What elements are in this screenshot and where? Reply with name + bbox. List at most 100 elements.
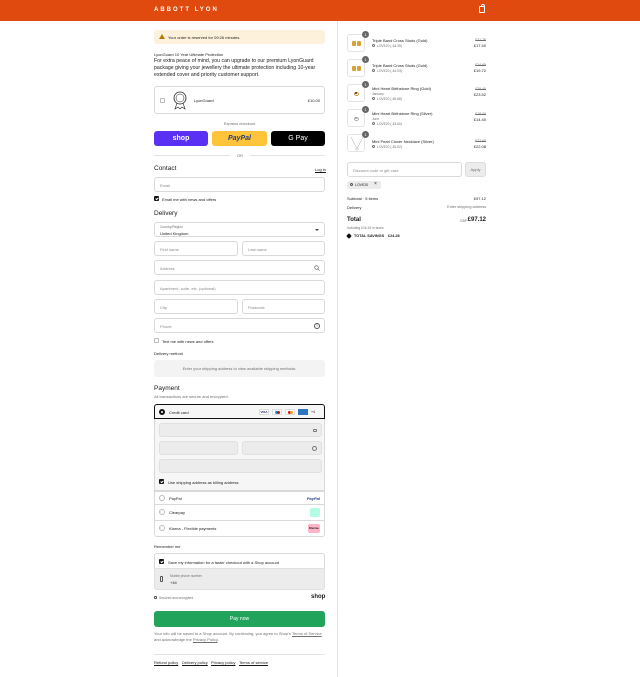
- last-name-field[interactable]: Last name: [242, 241, 325, 256]
- close-icon[interactable]: ×: [374, 182, 377, 187]
- amex-icon: [298, 409, 308, 415]
- contact-title: Contact: [154, 165, 177, 172]
- last-name-placeholder: Last name: [248, 247, 267, 252]
- subtotal-value: £97.12: [473, 196, 486, 201]
- help-icon[interactable]: [312, 446, 317, 451]
- discount-code-placeholder: Discount code or gift card: [353, 168, 399, 173]
- original-price: £18.00: [475, 112, 486, 116]
- shop-pay-button[interactable]: shop: [154, 131, 208, 146]
- tag-icon: [350, 183, 353, 186]
- billing-checkbox[interactable]: [159, 479, 164, 484]
- paypal-option-label: PayPal: [169, 496, 182, 501]
- legal-text-mid: and acknowledge the: [154, 637, 193, 642]
- lyonguard-label: LyonGuard: [194, 98, 214, 103]
- original-price: £27.60: [475, 139, 486, 143]
- product-discount: LOVE20 (-£5.88): [377, 97, 402, 101]
- postcode-field[interactable]: Postcode: [242, 299, 325, 314]
- paypal-button[interactable]: PayPal: [212, 131, 267, 146]
- discount-code-input[interactable]: Discount code or gift card: [347, 162, 462, 177]
- total-savings-label: TOTAL SAVINGS: [354, 234, 385, 238]
- tag-icon: [372, 44, 375, 47]
- product-discount: LOVE20 (-£4.93): [377, 69, 402, 73]
- pay-now-label: Pay now: [229, 616, 250, 622]
- product-discount: LOVE20 (-£3.60): [377, 122, 402, 126]
- column-divider: [337, 21, 338, 677]
- apartment-field[interactable]: Apartment, suite, etc. (optional): [154, 280, 325, 295]
- original-price: £24.65: [475, 63, 486, 67]
- footer-link-refund[interactable]: Refund policy: [154, 660, 178, 665]
- brand-logo[interactable]: ABBOTT LYON: [154, 7, 219, 13]
- klarna-radio[interactable]: [159, 525, 165, 531]
- quantity-badge: 1: [362, 106, 369, 113]
- country-label: Country/Region: [160, 225, 183, 229]
- tag-icon: [372, 145, 375, 148]
- apply-button[interactable]: Apply: [465, 162, 486, 177]
- privacy-link[interactable]: Privacy Policy: [193, 637, 218, 642]
- product-price: £22.08: [473, 144, 486, 149]
- card-number-field[interactable]: [159, 423, 322, 437]
- product-discount: LOVE20 (-£5.52): [377, 145, 402, 149]
- quantity-badge: 1: [362, 31, 369, 38]
- email-news-checkbox[interactable]: [154, 196, 159, 201]
- taxes-label: Including £16.19 in taxes: [347, 226, 384, 230]
- legal-text: Your info will be saved to a Shop accoun…: [154, 631, 326, 643]
- clearpay-option[interactable]: Clearpay: [154, 505, 325, 521]
- email-field[interactable]: Email: [154, 177, 325, 192]
- country-select[interactable]: Country/Region United Kingdom: [154, 222, 325, 237]
- warning-icon: [159, 34, 165, 39]
- subtotal-label: Subtotal · 5 items: [347, 196, 379, 201]
- bag-icon[interactable]: [479, 4, 485, 13]
- lock-icon: [313, 429, 317, 432]
- footer-divider: [154, 654, 325, 655]
- lyonguard-title: LyonGuard 10 Year Ultimate Protection: [154, 52, 224, 57]
- lyonguard-option[interactable]: LyonGuard £10.00: [154, 86, 325, 114]
- save-info-checkbox[interactable]: [159, 559, 164, 564]
- email-placeholder: Email: [160, 183, 171, 188]
- delivery-value: Enter shipping address: [447, 205, 486, 209]
- card-form: Use shipping address as billing address: [154, 419, 325, 491]
- city-field[interactable]: City: [154, 299, 238, 314]
- footer-link-privacy[interactable]: Privacy policy: [211, 660, 235, 665]
- credit-card-radio[interactable]: [159, 409, 165, 415]
- delivery-method-title: Delivery method: [154, 351, 183, 356]
- paypal-option[interactable]: PayPal PayPal: [154, 491, 325, 505]
- paypal-radio[interactable]: [159, 495, 165, 501]
- paypal-logo: PayPal: [306, 496, 320, 501]
- city-placeholder: City: [160, 305, 167, 310]
- country-value: United Kingdom: [160, 231, 189, 236]
- login-link[interactable]: Log in: [315, 167, 326, 172]
- address-field[interactable]: Address: [154, 260, 325, 275]
- expiry-field[interactable]: [159, 441, 238, 455]
- or-label: OR: [237, 153, 243, 158]
- first-name-field[interactable]: First name: [154, 241, 238, 256]
- terms-link[interactable]: Terms of Service: [292, 631, 322, 636]
- klarna-logo: Klarna.: [308, 524, 320, 533]
- phone-field[interactable]: Phone ?: [154, 318, 325, 333]
- security-code-field[interactable]: [242, 441, 322, 455]
- lyonguard-checkbox[interactable]: [160, 98, 165, 103]
- legal-text-before: Your info will be saved to a Shop accoun…: [154, 631, 292, 636]
- credit-card-option[interactable]: Credit card VISA +4: [154, 404, 325, 419]
- clearpay-radio[interactable]: [159, 509, 165, 515]
- google-pay-button[interactable]: G Pay: [271, 131, 325, 146]
- original-price: £29.40: [475, 87, 486, 91]
- help-icon[interactable]: ?: [314, 323, 320, 329]
- mobile-value: +44: [170, 580, 177, 585]
- text-news-checkbox[interactable]: [154, 338, 159, 343]
- footer-link-terms[interactable]: Terms of service: [239, 660, 268, 665]
- quantity-badge: 1: [362, 56, 369, 63]
- klarna-option[interactable]: Klarna - Flexible payments Klarna.: [154, 521, 325, 537]
- mastercard-icon: [285, 409, 295, 415]
- lyonguard-price: £10.00: [307, 98, 320, 103]
- name-on-card-field[interactable]: [159, 459, 322, 473]
- tag-icon: [372, 122, 375, 125]
- pay-now-button[interactable]: Pay now: [154, 611, 325, 627]
- klarna-option-label: Klarna - Flexible payments: [169, 526, 217, 531]
- delivery-title: Delivery: [154, 210, 178, 217]
- footer-link-delivery[interactable]: Delivery policy: [182, 660, 208, 665]
- phone-placeholder: Phone: [160, 324, 172, 329]
- product-name: Triple Band Cross Studs (Gold): [372, 63, 428, 68]
- mobile-phone-field[interactable]: Mobile phone number +44: [154, 568, 325, 590]
- lyonguard-description: For extra peace of mind, you can upgrade…: [154, 58, 316, 78]
- total-label: Total: [347, 217, 361, 223]
